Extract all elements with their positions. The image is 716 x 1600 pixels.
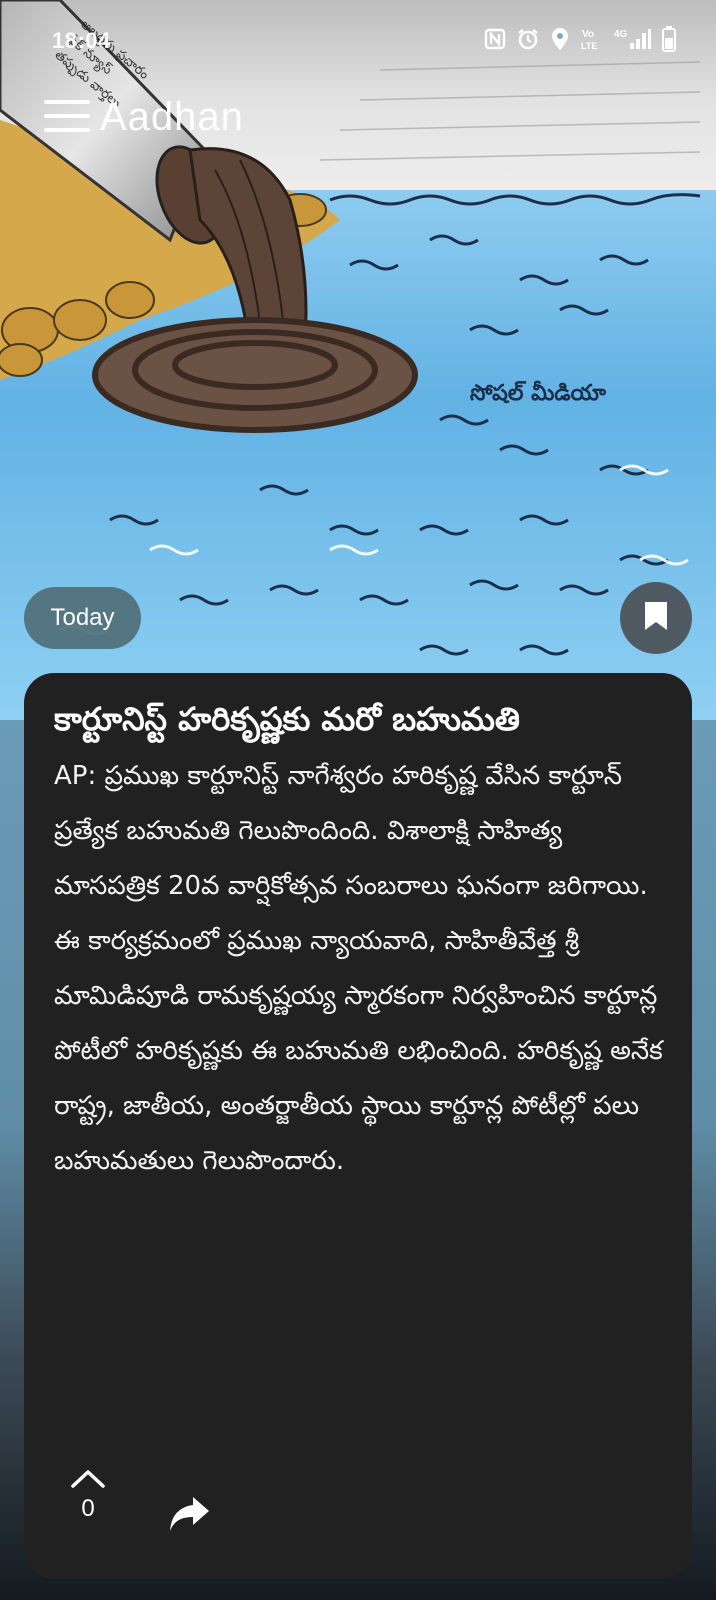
share-arrow-icon (169, 1497, 211, 1537)
battery-icon (662, 26, 676, 56)
article-title: కార్టూనిస్ట్ హరికృష్ణకు మరో బహుమతి (54, 700, 520, 738)
chevron-up-icon (70, 1470, 106, 1493)
svg-text:LTE: LTE (581, 41, 597, 51)
svg-text:4G: 4G (614, 29, 628, 40)
volte-icon: Vo LTE (580, 27, 602, 55)
status-icons: Vo LTE 4G (484, 26, 676, 56)
upvote-count: 0 (81, 1495, 95, 1522)
article-card: కార్టూనిస్ట్ హరికృష్ణకు మరో బహుమతి AP: ప… (24, 673, 692, 1579)
svg-text:Vo: Vo (582, 29, 594, 40)
status-bar: 18:04 Vo LTE 4G (0, 0, 716, 80)
location-icon (550, 27, 570, 55)
bookmark-icon (643, 600, 669, 636)
nfc-icon (484, 28, 506, 54)
app-logo: Aadhan (100, 92, 244, 142)
hamburger-menu-icon[interactable] (44, 98, 90, 134)
status-time: 18:04 (52, 28, 111, 53)
signal-4g-icon: 4G (612, 27, 652, 55)
alarm-icon (516, 27, 540, 55)
cartoon-caption: సోషల్ మీడియా (470, 380, 607, 406)
app-bar: Aadhan (0, 88, 716, 148)
share-button[interactable] (169, 1495, 213, 1535)
logo-text: Aadhan (100, 95, 244, 139)
bookmark-button[interactable] (620, 582, 692, 654)
today-chip-label: Today (50, 604, 115, 631)
article-body: AP: ప్రముఖ కార్టూనిస్ట్ నాగేశ్వరం హరికృష… (54, 761, 663, 1176)
upvote-button[interactable]: 0 (68, 1469, 108, 1539)
today-chip[interactable]: Today (24, 587, 141, 649)
